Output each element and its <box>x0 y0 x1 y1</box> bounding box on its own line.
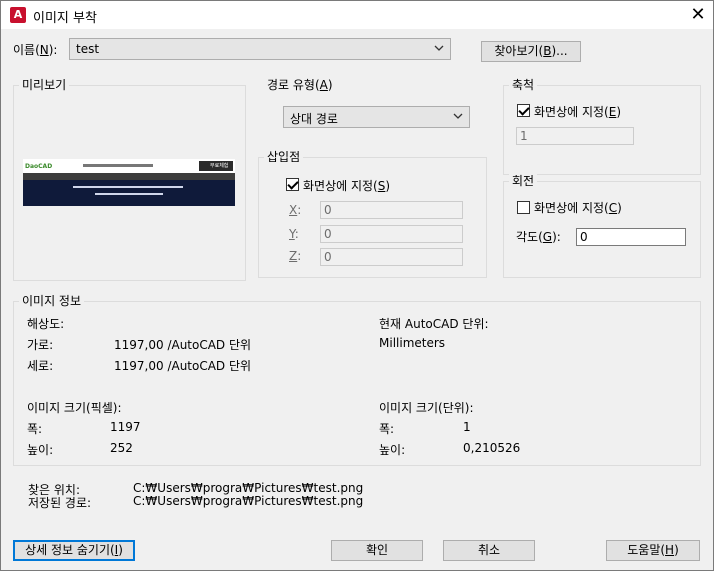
thumb-banner-line-1 <box>73 186 183 188</box>
z-input[interactable]: 0 <box>320 248 463 266</box>
vert-value: 1197,00 /AutoCAD 단위 <box>114 359 252 373</box>
image-info-legend: 이미지 정보 <box>19 292 85 309</box>
unit-width-value: 1 <box>463 420 471 434</box>
thumb-header-button: 무료체험 <box>199 161 233 171</box>
cancel-button[interactable]: 취소 <box>443 540 535 561</box>
scale-input[interactable]: 1 <box>516 127 634 145</box>
scale-legend: 축척 <box>509 76 538 93</box>
angle-input[interactable]: 0 <box>576 228 686 246</box>
current-unit-label: 현재 AutoCAD 단위: <box>379 317 489 331</box>
scale-specify-label[interactable]: 화면상에 지정(E) <box>534 103 621 120</box>
thumb-nav-bar <box>23 173 235 180</box>
preview-image: DaoCAD 무료체험 <box>23 159 235 206</box>
browse-button[interactable]: 찾아보기(B)... <box>481 41 581 62</box>
x-input[interactable]: 0 <box>320 201 463 219</box>
chevron-down-icon <box>453 113 463 119</box>
saved-path-value: C:₩Users₩progra₩Pictures₩test.png <box>133 494 364 508</box>
horiz-value: 1197,00 /AutoCAD 단위 <box>114 338 252 352</box>
thumb-banner-line-2 <box>95 193 163 195</box>
insertion-specify-checkbox[interactable] <box>286 178 299 191</box>
thumb-header-text <box>83 164 153 167</box>
thumb-header-button-label: 무료체험 <box>210 163 229 169</box>
thumb-banner <box>23 180 235 206</box>
size-unit-label: 이미지 크기(단위): <box>379 401 474 415</box>
px-width-label: 폭: <box>27 422 43 436</box>
px-height-label: 높이: <box>27 443 54 457</box>
px-width-value: 1197 <box>110 420 141 434</box>
insertion-legend: 삽입점 <box>264 148 304 165</box>
close-icon[interactable]: ✕ <box>685 4 711 26</box>
path-type-value: 상대 경로 <box>290 112 338 126</box>
thumb-logo: DaoCAD <box>25 163 53 170</box>
unit-width-label: 폭: <box>379 422 395 436</box>
chevron-down-icon <box>434 45 444 51</box>
x-label: X: <box>289 203 302 217</box>
path-type-legend: 경로 유형(A) <box>264 76 336 93</box>
found-path-value: C:₩Users₩progra₩Pictures₩test.png <box>133 481 364 495</box>
name-dropdown[interactable]: test <box>69 38 451 60</box>
hide-details-button[interactable]: 상세 정보 숨기기(I) <box>13 540 135 561</box>
unit-height-value: 0,210526 <box>463 441 521 455</box>
current-unit-value: Millimeters <box>379 336 446 350</box>
y-input[interactable]: 0 <box>320 225 463 243</box>
horiz-label: 가로: <box>27 338 54 352</box>
help-button[interactable]: 도움말(H) <box>606 540 700 561</box>
rotation-specify-label[interactable]: 화면상에 지정(C) <box>534 199 622 216</box>
dialog-title: 이미지 부착 <box>33 11 97 26</box>
z-label: Z: <box>289 249 302 263</box>
name-dropdown-value: test <box>76 42 100 56</box>
preview-legend: 미리보기 <box>19 76 70 93</box>
saved-path-label: 저장된 경로: <box>28 496 92 510</box>
rotation-legend: 회전 <box>509 172 538 189</box>
path-type-dropdown[interactable]: 상대 경로 <box>283 106 470 128</box>
unit-height-label: 높이: <box>379 443 406 457</box>
scale-specify-checkbox[interactable] <box>517 104 530 117</box>
angle-label: 각도(G): <box>516 230 561 244</box>
px-height-value: 252 <box>110 441 133 455</box>
autocad-app-icon: A <box>10 7 26 23</box>
insertion-specify-label[interactable]: 화면상에 지정(S) <box>303 177 390 194</box>
vert-label: 세로: <box>27 359 54 373</box>
title-bar: A 이미지 부착 ✕ <box>1 1 713 29</box>
resolution-label: 해상도: <box>27 317 65 331</box>
ok-button[interactable]: 확인 <box>331 540 423 561</box>
y-label: Y: <box>289 227 299 241</box>
name-label: 이름(N): <box>13 43 58 57</box>
rotation-specify-checkbox[interactable] <box>517 201 530 214</box>
size-px-label: 이미지 크기(픽셀): <box>27 401 122 415</box>
